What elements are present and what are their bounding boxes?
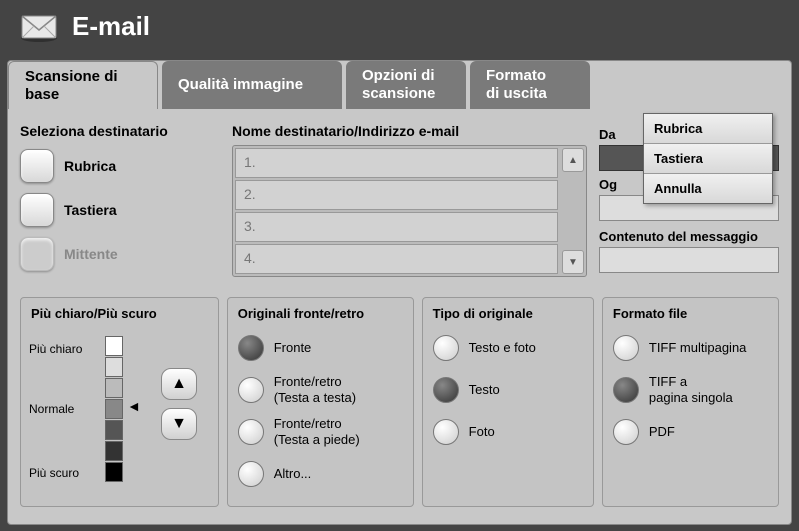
tab-bar: Scansione di base Qualità immagine Opzio…	[8, 61, 594, 111]
type-textphoto-radio[interactable]	[433, 335, 459, 361]
popup-tastiera[interactable]: Tastiera	[644, 144, 772, 174]
type-text-radio[interactable]	[433, 377, 459, 403]
type-photo-radio[interactable]	[433, 419, 459, 445]
type-title: Tipo di originale	[433, 306, 583, 321]
type-text-label: Testo	[469, 382, 500, 398]
tab-basic-scan[interactable]: Scansione di base	[8, 61, 158, 109]
darkness-up-button[interactable]: ▲	[161, 368, 197, 400]
tab-scan-options[interactable]: Opzioni di scansione	[346, 61, 466, 109]
sides-other-label: Altro...	[274, 466, 312, 482]
sides-front-label: Fronte	[274, 340, 312, 356]
darkness-pointer: ◄	[127, 398, 141, 414]
email-icon	[18, 10, 60, 42]
sides-front-radio[interactable]	[238, 335, 264, 361]
rubrica-button[interactable]	[20, 149, 54, 183]
tastiera-button[interactable]	[20, 193, 54, 227]
mittente-button	[20, 237, 54, 271]
format-tiff-multi-radio[interactable]	[613, 335, 639, 361]
type-box: Tipo di originale Testo e foto Testo Fot…	[422, 297, 594, 507]
recipient-list: 1. 2. 3. 4. ▲ ▼	[232, 145, 587, 277]
mittente-label: Mittente	[64, 246, 118, 262]
list-item[interactable]: 4.	[235, 244, 558, 274]
sides-title: Originali fronte/retro	[238, 306, 403, 321]
darker-label: Più scuro	[29, 466, 79, 480]
sides-duplex-head-radio[interactable]	[238, 377, 264, 403]
sides-duplex-foot-label: Fronte/retro (Testa a piede)	[274, 416, 360, 447]
format-tiff-single-radio[interactable]	[613, 377, 639, 403]
type-textphoto-label: Testo e foto	[469, 340, 536, 356]
lighter-label: Più chiaro	[29, 342, 82, 356]
recipient-list-label: Nome destinatario/Indirizzo e-mail	[232, 123, 587, 139]
format-pdf-radio[interactable]	[613, 419, 639, 445]
sides-other-radio[interactable]	[238, 461, 264, 487]
tastiera-label: Tastiera	[64, 202, 117, 218]
sides-duplex-foot-radio[interactable]	[238, 419, 264, 445]
list-item[interactable]: 2.	[235, 180, 558, 210]
list-item[interactable]: 1.	[235, 148, 558, 178]
list-scroll-down[interactable]: ▼	[562, 250, 584, 274]
format-title: Formato file	[613, 306, 768, 321]
tab-output-format[interactable]: Formato di uscita	[470, 61, 590, 109]
select-recipient-label: Seleziona destinatario	[20, 123, 220, 139]
format-pdf-label: PDF	[649, 424, 675, 440]
list-scroll-up[interactable]: ▲	[562, 148, 584, 172]
window-title: E-mail	[72, 11, 150, 42]
rubrica-label: Rubrica	[64, 158, 116, 174]
sides-duplex-head-label: Fronte/retro (Testa a testa)	[274, 374, 356, 405]
from-popup: Rubrica Tastiera Annulla	[643, 113, 773, 204]
list-item[interactable]: 3.	[235, 212, 558, 242]
format-tiff-multi-label: TIFF multipagina	[649, 340, 747, 356]
message-content-field[interactable]	[599, 247, 779, 273]
type-photo-label: Foto	[469, 424, 495, 440]
normal-label: Normale	[29, 402, 74, 416]
darkness-box: Più chiaro/Più scuro Più chiaro Normale …	[20, 297, 219, 507]
sides-box: Originali fronte/retro Fronte Fronte/ret…	[227, 297, 414, 507]
tab-image-quality[interactable]: Qualità immagine	[162, 61, 342, 109]
format-tiff-single-label: TIFF a pagina singola	[649, 374, 733, 405]
darkness-title: Più chiaro/Più scuro	[31, 306, 208, 321]
message-content-label: Contenuto del messaggio	[599, 229, 779, 244]
popup-annulla[interactable]: Annulla	[644, 174, 772, 203]
format-box: Formato file TIFF multipagina TIFF a pag…	[602, 297, 779, 507]
darkness-scale[interactable]	[105, 336, 123, 483]
darkness-down-button[interactable]: ▼	[161, 408, 197, 440]
popup-rubrica[interactable]: Rubrica	[644, 114, 772, 144]
